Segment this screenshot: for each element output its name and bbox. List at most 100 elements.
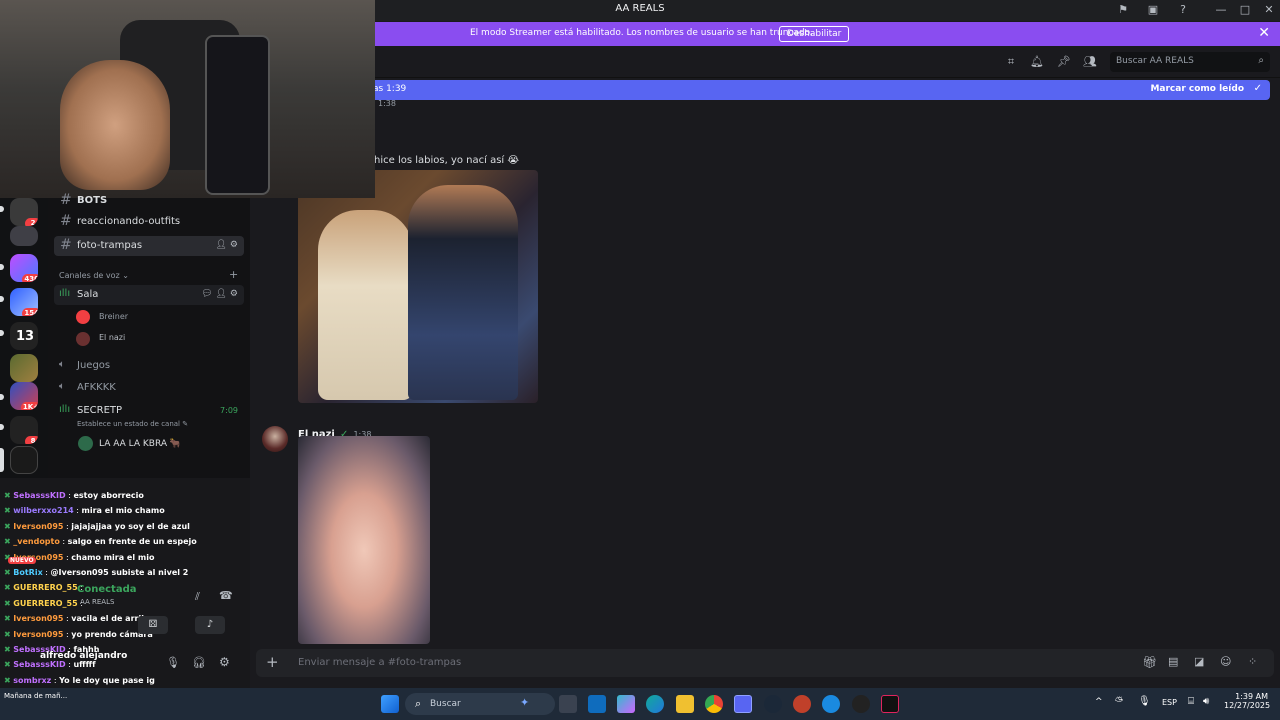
chat-badge-icon: ✖ xyxy=(4,491,14,500)
app-icon[interactable] xyxy=(822,695,840,713)
activity-button[interactable]: ⚄ xyxy=(138,616,168,634)
soundboard-button[interactable]: ♪ xyxy=(195,616,225,634)
taskbar-search[interactable]: ⌕ Buscar ✦ xyxy=(405,693,555,715)
volume-icon[interactable]: 🔊︎ xyxy=(1203,696,1209,707)
attachment-image[interactable] xyxy=(298,436,430,644)
server-icon[interactable]: 154 xyxy=(10,288,38,316)
channel-item[interactable]: # BOTS xyxy=(54,191,244,211)
gif-icon[interactable]: ▤ xyxy=(1168,655,1178,668)
server-icon[interactable]: 2 xyxy=(10,198,38,226)
chat-badge-icon: ✖ xyxy=(4,537,14,547)
server-badge: 430 xyxy=(22,274,38,282)
server-icon[interactable]: 8 xyxy=(10,416,38,444)
server-badge: 1K+ xyxy=(20,402,38,410)
minimize-icon[interactable]: — xyxy=(1214,3,1228,17)
disable-streamer-button[interactable]: Deshabilitar xyxy=(779,26,850,42)
server-icon[interactable] xyxy=(10,226,38,246)
edge-icon[interactable] xyxy=(646,695,664,713)
chevron-up-icon[interactable]: ^ xyxy=(1095,697,1103,707)
noise-suppression-icon[interactable]: ⫽ xyxy=(195,590,200,604)
gift-icon[interactable]: 🎁︎ xyxy=(1142,655,1157,669)
hash-icon: # xyxy=(60,237,72,253)
maximize-icon[interactable]: □ xyxy=(1238,3,1252,17)
channel-item-selected[interactable]: # foto-trampas 👤︎ ⚙ xyxy=(54,236,244,256)
speaker-icon: 🔈︎ xyxy=(59,359,65,370)
inbox-icon[interactable]: ▣ xyxy=(1146,3,1160,17)
new-messages-bar[interactable]: as 1:39 Marcar como leído ✓ xyxy=(370,80,1270,100)
taskbar-clock[interactable]: 1:39 AM 12/27/2025 xyxy=(1224,692,1270,710)
app-icon[interactable] xyxy=(852,695,870,713)
voice-status[interactable]: Conectada xyxy=(77,584,136,595)
emoji-icon[interactable]: ☺ xyxy=(1220,655,1231,668)
file-explorer-icon[interactable] xyxy=(676,695,694,713)
channel-item[interactable]: # reaccionando-outfits xyxy=(54,212,244,232)
language-indicator[interactable]: ESP xyxy=(1162,698,1177,707)
close-window-icon[interactable]: ✕ xyxy=(1262,3,1276,17)
stream-chat-line: ✖ SebasssKID : estoy aborrecio xyxy=(4,491,144,500)
stream-chat-message: estoy aborrecio xyxy=(73,491,144,500)
copilot-app-icon[interactable] xyxy=(617,695,635,713)
discord-icon[interactable] xyxy=(734,695,752,713)
avatar[interactable] xyxy=(262,426,288,452)
tray-icon[interactable]: ⛅︎ xyxy=(1115,696,1123,707)
new-messages-text: as 1:39 xyxy=(373,84,407,94)
voice-member-name[interactable]: LA AA LA KBRA 🐂 xyxy=(99,439,181,449)
flag-icon[interactable]: ⚑ xyxy=(1116,3,1130,17)
server-icon[interactable]: 13 xyxy=(10,322,38,350)
attachment-image[interactable] xyxy=(298,170,538,403)
message-composer[interactable]: + Enviar mensaje a #foto-trampas 🎁︎ ▤ ◪ … xyxy=(256,649,1274,677)
taskbar-search-label: Buscar xyxy=(430,699,461,709)
voice-channel-item[interactable]: ıllı SECRETP 7:09 xyxy=(54,401,244,421)
voice-category-header[interactable]: Canales de voz ⌄ xyxy=(59,271,129,280)
mark-read-button[interactable]: Marcar como leído xyxy=(1150,84,1244,94)
user-settings-icon[interactable]: ⚙ xyxy=(219,655,230,669)
task-view-icon[interactable] xyxy=(559,695,577,713)
obs-icon[interactable] xyxy=(793,695,811,713)
voice-channel-item[interactable]: ıllı Sala 💬︎ 👤︎ ⚙ xyxy=(54,285,244,305)
sticker-icon[interactable]: ◪ xyxy=(1194,655,1204,668)
voice-member-name[interactable]: El nazi xyxy=(99,333,125,342)
channel-status-prompt[interactable]: Establece un estado de canal ✎ xyxy=(77,420,188,428)
members-icon[interactable]: 👥︎ xyxy=(1083,55,1097,69)
bell-icon[interactable]: 🔔︎ xyxy=(1030,55,1044,69)
chat-badge-icon: ✖ xyxy=(4,645,14,654)
server-icon[interactable] xyxy=(10,446,38,474)
banner-close-icon[interactable]: ✕ xyxy=(1258,25,1270,41)
help-icon[interactable]: ? xyxy=(1176,3,1190,17)
server-icon[interactable]: 430 xyxy=(10,254,38,282)
tiktok-icon[interactable] xyxy=(881,695,899,713)
microphone-tray-icon[interactable]: 🎙︎ xyxy=(1138,696,1151,707)
headphones-icon[interactable]: 🎧︎ xyxy=(192,656,206,669)
voice-member-name[interactable]: Breiner xyxy=(99,312,128,321)
voice-channel-icons[interactable]: 💬︎ 👤︎ ⚙ xyxy=(201,289,238,299)
steam-icon[interactable] xyxy=(764,695,782,713)
category-label: Canales de voz xyxy=(59,271,120,280)
widget-text[interactable]: Mañana de mañ... xyxy=(4,692,67,700)
channel-list: # BOTS # reaccionando-outfits # foto-tra… xyxy=(48,192,250,478)
stream-chat-line: ✖ _vendopto : salgo en frente de un espe… xyxy=(4,537,197,546)
chrome-icon[interactable] xyxy=(705,695,723,713)
search-input[interactable]: Buscar AA REALS ⌕ xyxy=(1110,52,1270,72)
user-name[interactable]: alfredo alejandro xyxy=(40,651,127,661)
apps-icon[interactable]: ⁘ xyxy=(1248,655,1257,668)
stream-chat-message: Yo le doy que pase ig xyxy=(59,675,155,685)
copilot-icon: ✦ xyxy=(520,696,530,709)
upload-plus-icon[interactable]: + xyxy=(266,653,279,671)
server-icon[interactable]: 1K+ xyxy=(10,382,38,410)
windows-start-icon[interactable] xyxy=(381,695,399,713)
disconnect-icon[interactable]: ☎ xyxy=(219,589,233,602)
network-icon[interactable]: ⌸ xyxy=(1188,696,1194,707)
pin-icon[interactable]: 📌︎ xyxy=(1057,55,1071,69)
outlook-icon[interactable] xyxy=(588,695,606,713)
add-channel-icon[interactable]: + xyxy=(229,268,238,281)
threads-icon[interactable]: ⌗ xyxy=(1004,55,1018,69)
channel-settings-icon[interactable]: 👤︎ ⚙ xyxy=(216,240,238,250)
server-icon[interactable] xyxy=(10,354,38,382)
voice-channel-item[interactable]: 🔈︎ Juegos xyxy=(54,356,244,376)
microphone-icon[interactable]: 🎙︎ xyxy=(166,656,180,669)
voice-channel-item[interactable]: 🔈︎ AFKKKK xyxy=(54,378,244,398)
new-badge: NUEVO xyxy=(8,557,36,564)
taskbar: Mañana de mañ... ⌕ Buscar ✦ ^ ⛅︎ 🎙︎ ESP … xyxy=(0,688,1280,720)
stream-chat-line: ✖ BotRix : @Iverson095 subiste al nivel … xyxy=(4,568,188,577)
channel-name: reaccionando-outfits xyxy=(77,216,181,227)
